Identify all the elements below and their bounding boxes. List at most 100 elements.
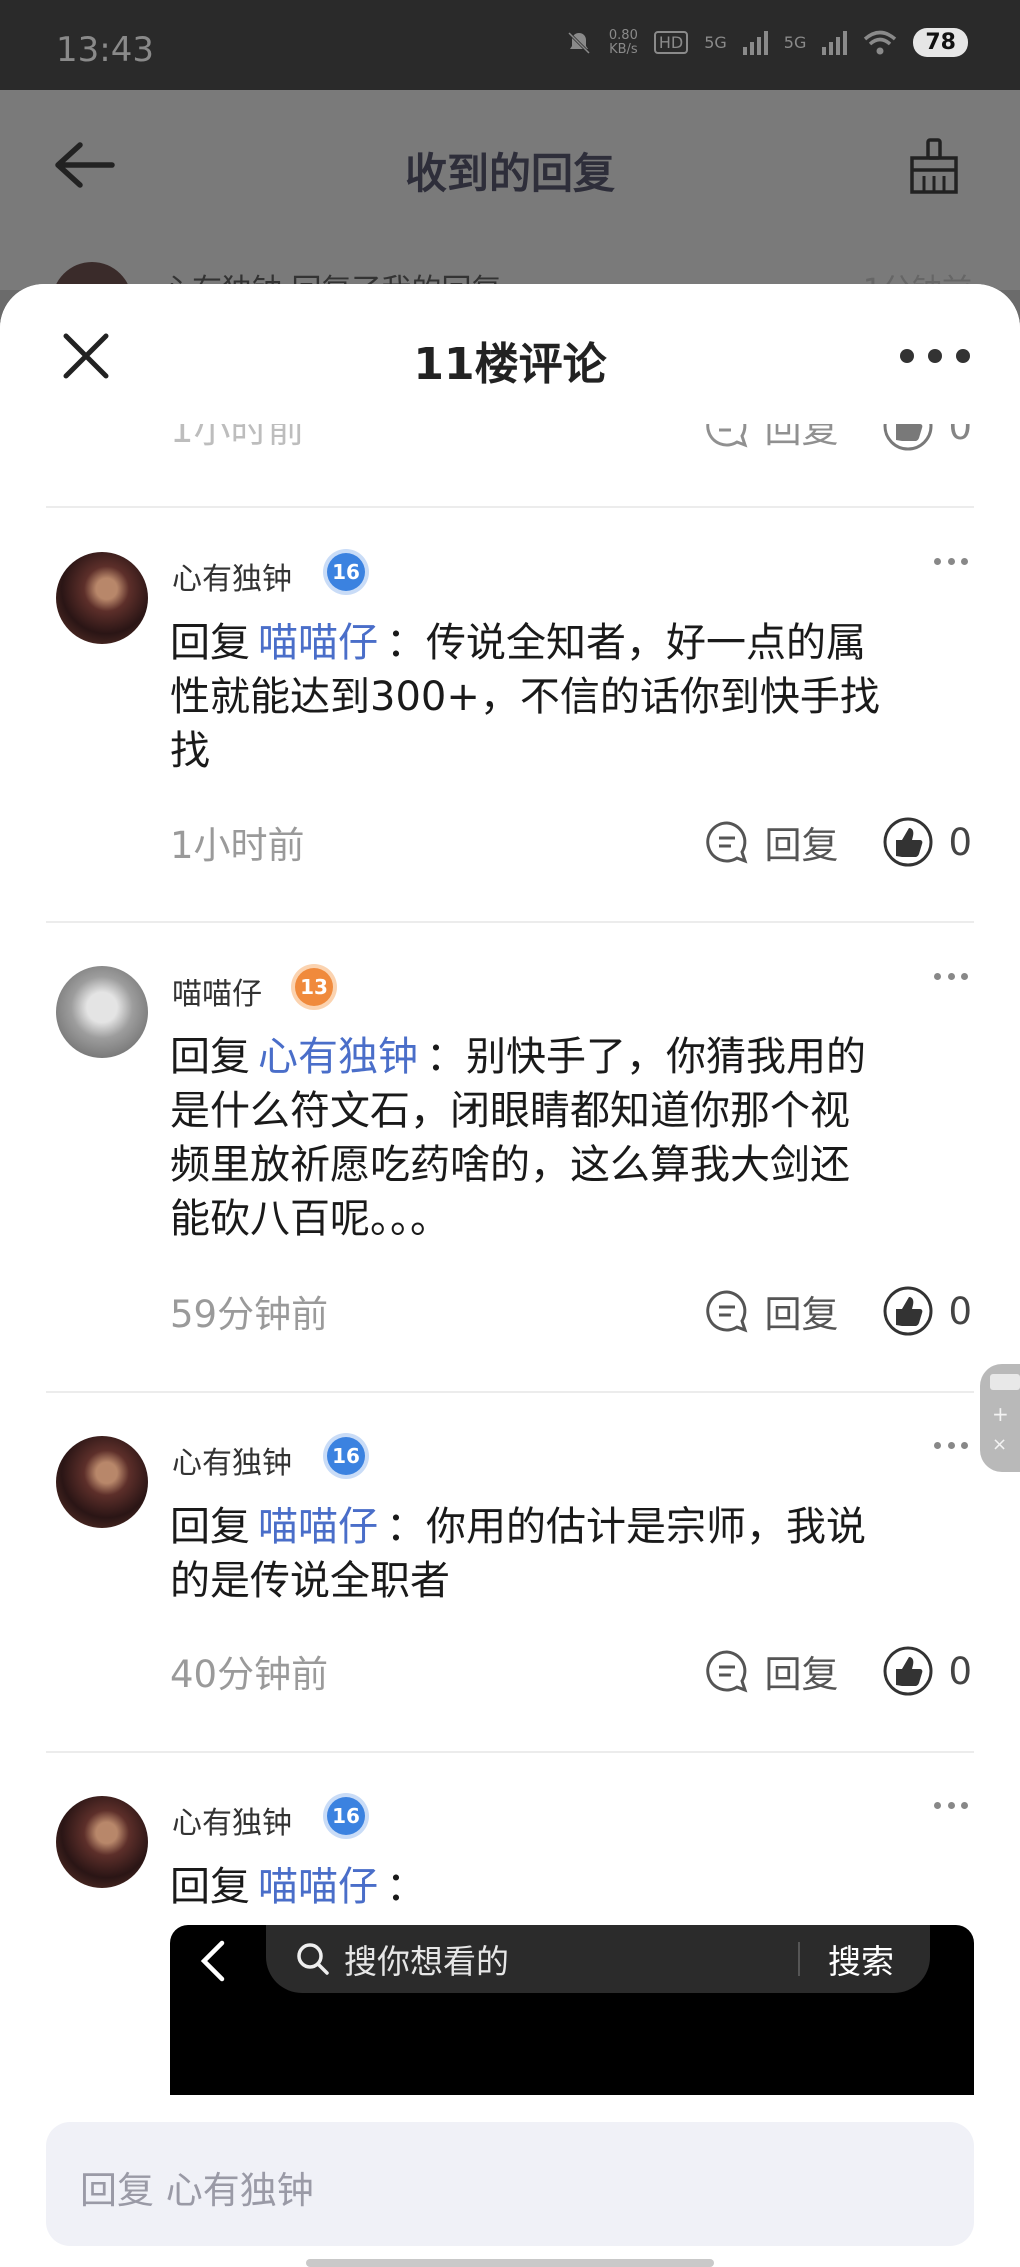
reply-prefix: 回复 bbox=[170, 620, 250, 666]
level-badge: 16 bbox=[320, 550, 372, 594]
comment-more-button[interactable] bbox=[934, 1442, 968, 1452]
comment-time: 59分钟前 bbox=[170, 1293, 329, 1336]
thumbs-up-icon bbox=[883, 1646, 933, 1696]
mention-link[interactable]: 喵喵仔 bbox=[258, 1864, 378, 1910]
comment-text-line: ：传说全知者，好一点的属 bbox=[386, 620, 866, 666]
sheet-header: 11楼评论 bbox=[0, 284, 1020, 424]
level-badge-text: 13 bbox=[295, 968, 333, 1006]
comment-more-button[interactable] bbox=[934, 558, 968, 568]
comment-meta: 59分钟前 回复 0 bbox=[170, 1281, 972, 1341]
close-small-icon: × bbox=[992, 1434, 1008, 1455]
signal-bars-icon bbox=[742, 30, 768, 55]
divider bbox=[46, 506, 974, 508]
comment-text-line: 能砍八百呢。。。 bbox=[170, 1196, 450, 1242]
battery-indicator: 78 bbox=[913, 28, 968, 57]
sheet-title: 11楼评论 bbox=[413, 339, 607, 390]
video-search-placeholder: 搜你想看的 bbox=[344, 1942, 509, 1981]
mention-link[interactable]: 喵喵仔 bbox=[258, 620, 378, 666]
comment-text-line: ： bbox=[386, 1864, 426, 1910]
reply-input[interactable]: 回复 心有独钟 bbox=[46, 2122, 974, 2246]
reply-button[interactable]: 回复 bbox=[704, 1284, 838, 1338]
comment-text: 回复 心有独钟 ：别快手了，你猜我用的 是什么符文石，闭眼睛都知道你那个视 频里放祈… bbox=[170, 1030, 974, 1246]
signal-5g-label-1: 5G bbox=[704, 33, 727, 52]
underlying-page: 收到的回复 心有独钟 回复了我的回复 1分钟前 bbox=[0, 90, 1020, 308]
reply-label: 回复 bbox=[764, 824, 839, 867]
like-count: 0 bbox=[948, 1289, 972, 1333]
signal-5g-label-2: 5G bbox=[783, 33, 807, 52]
comment-meta: 40分钟前 回复 0 bbox=[170, 1641, 972, 1701]
reply-input-placeholder: 回复 心有独钟 bbox=[80, 2169, 314, 2212]
comment-meta: 1小时前 回复 0 bbox=[170, 812, 972, 872]
embedded-video-screenshot[interactable]: 搜你想看的 搜索 bbox=[170, 1925, 974, 2095]
reply-button[interactable]: 回复 bbox=[704, 1644, 838, 1698]
level-badge-text: 16 bbox=[327, 553, 365, 591]
reply-prefix: 回复 bbox=[170, 1864, 250, 1910]
comment-username[interactable]: 心有独钟 bbox=[172, 1438, 292, 1482]
like-count: 0 bbox=[948, 1649, 972, 1693]
net-speed: 0.80 KB/s bbox=[608, 27, 638, 57]
comment-text-line: 是什么符文石，闭眼睛都知道你那个视 bbox=[170, 1088, 850, 1134]
comment-time: 1小时前 bbox=[170, 824, 305, 867]
avatar[interactable] bbox=[56, 1796, 148, 1888]
like-count: 0 bbox=[948, 820, 972, 864]
level-badge-text: 16 bbox=[327, 1437, 365, 1475]
wifi-icon bbox=[864, 30, 897, 54]
like-button[interactable]: 0 bbox=[882, 1285, 972, 1337]
comment-text-line: ：别快手了，你猜我用的 bbox=[426, 1034, 866, 1080]
net-speed-value: 0.80 bbox=[608, 27, 638, 43]
avatar[interactable] bbox=[56, 1436, 148, 1528]
level-badge: 16 bbox=[320, 1794, 372, 1838]
mute-bell-icon bbox=[567, 31, 590, 54]
floating-side-tab[interactable]: + × bbox=[980, 1364, 1020, 1472]
search-icon bbox=[297, 1943, 329, 1975]
mention-link[interactable]: 喵喵仔 bbox=[258, 1504, 378, 1550]
reply-bubble-icon bbox=[706, 821, 748, 864]
divider bbox=[46, 1751, 974, 1753]
comment-text: 回复 喵喵仔 ：传说全知者，好一点的属 性就能达到300+，不信的话你到快手找 找 bbox=[170, 616, 974, 778]
like-button[interactable]: 0 bbox=[882, 1645, 972, 1697]
video-search-bar: 搜你想看的 搜索 bbox=[266, 1925, 930, 1993]
comment-text: 回复 喵喵仔： bbox=[170, 1860, 974, 1914]
hd-icon: HD bbox=[653, 31, 689, 54]
comment-text-line: ：你用的估计是宗师，我说 bbox=[386, 1504, 866, 1550]
comment-username[interactable]: 心有独钟 bbox=[172, 1798, 292, 1842]
home-indicator[interactable] bbox=[306, 2259, 714, 2267]
video-back-icon bbox=[200, 1940, 225, 1982]
reply-bubble-icon bbox=[706, 1650, 748, 1693]
reply-label: 回复 bbox=[764, 1293, 839, 1336]
comment-text-line: 频里放祈愿吃药啥的，这么算我大剑还 bbox=[170, 1142, 850, 1188]
comment-username[interactable]: 心有独钟 bbox=[172, 554, 292, 598]
comment-more-button[interactable] bbox=[934, 973, 968, 983]
reply-prefix: 回复 bbox=[170, 1034, 250, 1080]
thumbs-up-icon bbox=[883, 817, 933, 867]
plus-icon: + bbox=[992, 1402, 1009, 1426]
video-search-button: 搜索 bbox=[828, 1942, 894, 1981]
mention-link[interactable]: 心有独钟 bbox=[258, 1034, 418, 1080]
level-badge: 16 bbox=[320, 1434, 372, 1478]
status-bar: 13:43 0.80 KB/s HD 5G 5G 78 bbox=[0, 0, 1020, 90]
comment-text-line: 的是传说全职者 bbox=[170, 1558, 450, 1604]
comment-more-button[interactable] bbox=[934, 1802, 968, 1812]
like-button[interactable]: 0 bbox=[882, 816, 972, 868]
status-time: 13:43 bbox=[56, 30, 154, 70]
net-speed-unit: KB/s bbox=[609, 41, 638, 57]
avatar[interactable] bbox=[56, 966, 148, 1058]
comment-username[interactable]: 喵喵仔 bbox=[172, 969, 262, 1013]
comment-text: 回复 喵喵仔 ：你用的估计是宗师，我说 的是传说全职者 bbox=[170, 1500, 974, 1608]
divider bbox=[46, 921, 974, 923]
more-options-button[interactable] bbox=[900, 344, 970, 368]
floating-tab-bar bbox=[990, 1374, 1020, 1390]
divider bbox=[46, 1391, 974, 1393]
reply-prefix: 回复 bbox=[170, 1504, 250, 1550]
status-icons: 0.80 KB/s HD 5G 5G 78 bbox=[565, 28, 968, 57]
reply-label: 回复 bbox=[764, 1653, 839, 1696]
comment-text-line: 找 bbox=[170, 728, 210, 774]
reply-bubble-icon bbox=[706, 1290, 748, 1333]
avatar[interactable] bbox=[56, 552, 148, 644]
broom-clear-icon bbox=[910, 138, 958, 194]
underlying-page-title: 收到的回复 bbox=[404, 149, 615, 198]
level-badge-text: 16 bbox=[327, 1797, 365, 1835]
signal-bars-icon-2 bbox=[822, 30, 848, 55]
comment-sheet: 11楼评论 1小时前 回复 0 心有独钟 16 回复 喵喵仔 ：传说全知者，好一点的… bbox=[0, 284, 1020, 2267]
reply-button[interactable]: 回复 bbox=[704, 815, 838, 869]
